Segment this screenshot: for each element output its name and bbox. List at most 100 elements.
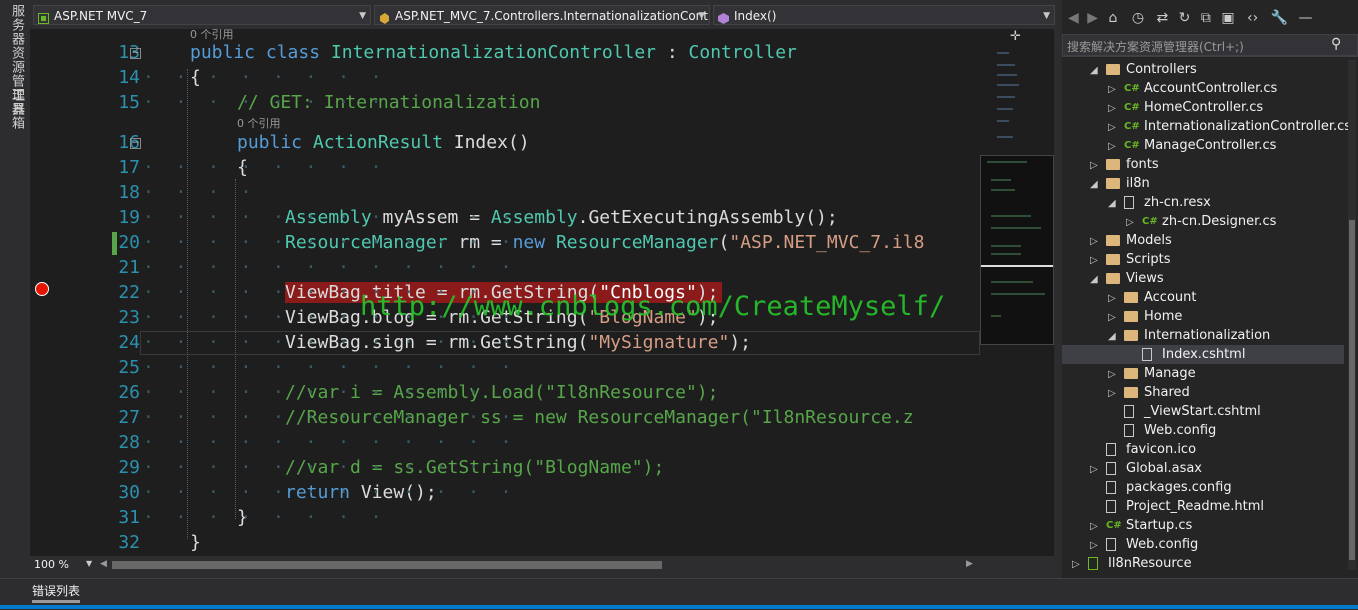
- sync-icon[interactable]: ⇄: [1156, 10, 1168, 26]
- tree-item[interactable]: Index.cshtml: [1062, 345, 1344, 364]
- tree-item[interactable]: ▷ C# zh-cn.Designer.cs: [1062, 212, 1344, 231]
- whitespace-dots: · · · · · · · · · · · ·: [143, 257, 512, 278]
- collapsed-arrow-icon[interactable]: ▷: [1090, 460, 1098, 479]
- collapse-icon[interactable]: −: [130, 138, 141, 149]
- properties-icon[interactable]: 🔧: [1271, 10, 1288, 26]
- minimap-viewport[interactable]: [980, 155, 1054, 345]
- scroll-right-icon[interactable]: ▶: [966, 559, 973, 569]
- back-icon[interactable]: ◀: [1068, 10, 1079, 26]
- history-icon[interactable]: ◷: [1132, 10, 1144, 26]
- collapsed-arrow-icon[interactable]: ▷: [1090, 517, 1098, 536]
- tree-item[interactable]: ▷ Manage: [1062, 364, 1344, 383]
- code-editor[interactable]: 13 14 15 16 17 18 19 20 21 22 23 24 25 2…: [30, 29, 980, 556]
- divider: [1062, 56, 1358, 57]
- code-lens-references[interactable]: 0 个引用: [237, 115, 281, 131]
- tree-item[interactable]: Project_Readme.html: [1062, 497, 1344, 516]
- expanded-arrow-icon[interactable]: ◢: [1090, 270, 1098, 289]
- tree-item[interactable]: ▷ Account: [1062, 288, 1344, 307]
- expanded-arrow-icon[interactable]: ◢: [1108, 194, 1116, 213]
- home-icon[interactable]: ⌂: [1108, 10, 1117, 26]
- chevron-down-icon[interactable]: ▼: [86, 559, 92, 568]
- collapsed-arrow-icon[interactable]: ▷: [1108, 289, 1116, 308]
- collapsed-arrow-icon[interactable]: ▷: [1090, 536, 1098, 555]
- class-dropdown[interactable]: ASP.NET_MVC_7.Controllers.Internationali…: [374, 5, 710, 25]
- collapse-all-icon[interactable]: ⧉: [1201, 10, 1211, 26]
- method-icon: [718, 10, 729, 24]
- code-line: }: [190, 532, 201, 553]
- breakpoint-icon[interactable]: [35, 282, 49, 296]
- folder-icon: [1124, 311, 1138, 322]
- tree-item[interactable]: ◢ zh-cn.resx: [1062, 193, 1344, 212]
- tree-item[interactable]: ▷ C# InternationalizationController.cs: [1062, 117, 1351, 137]
- collapsed-arrow-icon[interactable]: ▷: [1090, 232, 1098, 251]
- csharp-file-icon: C#: [1124, 83, 1140, 94]
- collapsed-arrow-icon[interactable]: ▷: [1090, 251, 1098, 270]
- tree-item[interactable]: ▷ Models: [1062, 231, 1344, 250]
- show-all-files-icon[interactable]: ▣: [1221, 10, 1234, 26]
- tree-item[interactable]: ◢ Controllers: [1062, 60, 1344, 79]
- collapsed-arrow-icon[interactable]: ▷: [1072, 555, 1080, 574]
- view-code-icon[interactable]: ‹›: [1247, 10, 1258, 26]
- collapsed-arrow-icon[interactable]: ▷: [1108, 80, 1116, 99]
- expanded-arrow-icon[interactable]: ◢: [1108, 327, 1116, 346]
- csharp-file-icon: C#: [1106, 520, 1122, 531]
- collapsed-arrow-icon[interactable]: ▷: [1126, 213, 1134, 232]
- tree-item[interactable]: ▷ Il8nResource: [1062, 554, 1344, 573]
- zoom-level[interactable]: 100 %: [34, 558, 69, 571]
- folder-icon: [1106, 178, 1120, 189]
- line-number: 25: [118, 357, 140, 378]
- forward-icon[interactable]: ▶: [1087, 10, 1098, 26]
- vertical-scrollbar[interactable]: [1348, 60, 1356, 570]
- tree-item[interactable]: ▷ C# Startup.cs: [1062, 516, 1344, 535]
- tree-item[interactable]: ▷ C# HomeController.cs: [1062, 98, 1344, 117]
- tree-item[interactable]: ▷ Scripts: [1062, 250, 1344, 269]
- tree-item[interactable]: ▷ Global.asax: [1062, 459, 1344, 478]
- tree-item[interactable]: _ViewStart.cshtml: [1062, 402, 1344, 421]
- tree-item[interactable]: Web.config: [1062, 421, 1344, 440]
- collapsed-arrow-icon[interactable]: ▷: [1108, 137, 1116, 156]
- whitespace-dots: · · · · · · · ·: [143, 92, 382, 113]
- horizontal-scrollbar-thumb[interactable]: [112, 561, 662, 569]
- tree-item[interactable]: packages.config: [1062, 478, 1344, 497]
- tree-item[interactable]: ◢ Internationalization: [1062, 326, 1344, 345]
- class-label: ASP.NET_MVC_7.Controllers.Internationali…: [395, 9, 708, 23]
- tree-item[interactable]: ▷ C# AccountController.cs: [1062, 79, 1344, 98]
- project-dropdown[interactable]: ASP.NET MVC_7 ▼: [33, 5, 371, 25]
- chevron-down-icon: ▼: [359, 11, 366, 21]
- tree-item[interactable]: ▷ Home: [1062, 307, 1344, 326]
- tree-item[interactable]: favicon.ico: [1062, 440, 1344, 459]
- expanded-arrow-icon[interactable]: ◢: [1090, 61, 1098, 80]
- line-number: 15: [118, 92, 140, 113]
- split-icon[interactable]: ✛: [1010, 29, 1021, 44]
- refresh-icon[interactable]: ↻: [1179, 10, 1191, 26]
- minimap[interactable]: ✛: [980, 29, 1054, 556]
- search-box[interactable]: 搜索解决方案资源管理器(Ctrl+;) ⚲: [1062, 34, 1358, 56]
- collapse-icon[interactable]: −: [130, 48, 141, 59]
- file-icon: [1106, 462, 1116, 475]
- collapsed-arrow-icon[interactable]: ▷: [1108, 99, 1116, 118]
- tree-item[interactable]: ◢ Views: [1062, 269, 1344, 288]
- search-icon[interactable]: ⚲: [1331, 36, 1341, 52]
- tree-item[interactable]: ▷ Shared: [1062, 383, 1344, 402]
- preview-icon[interactable]: —: [1299, 10, 1313, 26]
- collapsed-arrow-icon[interactable]: ▷: [1090, 156, 1098, 175]
- tree-item-label: Views: [1126, 271, 1164, 286]
- collapsed-arrow-icon[interactable]: ▷: [1108, 118, 1116, 137]
- code-lens-references[interactable]: 0 个引用: [190, 29, 234, 42]
- tree-item-label: Scripts: [1126, 252, 1171, 267]
- toolbox-tab[interactable]: 工具箱: [2, 88, 26, 130]
- error-list-tab[interactable]: 错误列表: [32, 582, 80, 599]
- scroll-left-icon[interactable]: ◀: [100, 559, 107, 569]
- tree-item[interactable]: ▷ fonts: [1062, 155, 1344, 174]
- search-placeholder: 搜索解决方案资源管理器(Ctrl+;): [1067, 40, 1244, 54]
- collapsed-arrow-icon[interactable]: ▷: [1108, 308, 1116, 327]
- member-dropdown[interactable]: Index() ▼: [713, 5, 1055, 25]
- tree-item[interactable]: ▷ Web.config: [1062, 535, 1344, 554]
- vertical-scrollbar-thumb[interactable]: [1349, 220, 1355, 560]
- expanded-arrow-icon[interactable]: ◢: [1090, 175, 1098, 194]
- tree-item-label: fonts: [1126, 157, 1159, 172]
- collapsed-arrow-icon[interactable]: ▷: [1108, 384, 1116, 403]
- collapsed-arrow-icon[interactable]: ▷: [1108, 365, 1116, 384]
- tree-item[interactable]: ◢ il8n: [1062, 174, 1344, 193]
- tree-item[interactable]: ▷ C# ManageController.cs: [1062, 136, 1344, 155]
